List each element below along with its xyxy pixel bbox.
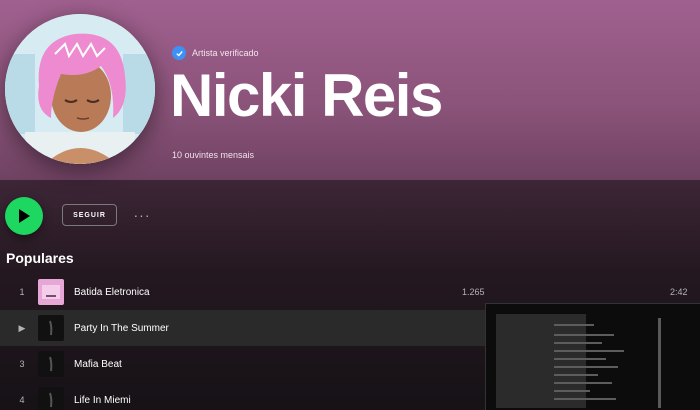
play-icon [19, 209, 30, 223]
track-number: 1 [19, 287, 25, 297]
follow-button[interactable]: SEGUIR [62, 204, 117, 226]
play-track-icon[interactable]: ▶ [14, 323, 30, 334]
monthly-listeners: 10 ouvintes mensais [172, 150, 255, 160]
verified-label: Artista verificado [192, 48, 259, 58]
track-title[interactable]: Life In Miemi [74, 395, 131, 406]
play-button[interactable] [5, 197, 43, 235]
track-number: 3 [19, 359, 25, 369]
track-cover [38, 315, 64, 341]
track-number: 4 [19, 395, 25, 405]
track-title[interactable]: Batida Eletronica [74, 287, 150, 298]
artist-name: Nicki Reis [170, 62, 443, 129]
track-cover [38, 351, 64, 377]
track-cover [38, 279, 64, 305]
overlay-window-thumbnail[interactable] [485, 303, 700, 410]
track-plays: 1.265 [462, 287, 485, 297]
track-title[interactable]: Mafia Beat [74, 359, 122, 370]
more-options-button[interactable]: ··· [130, 205, 154, 225]
track-duration: 2:42 [670, 287, 688, 297]
popular-section-title: Populares [6, 250, 74, 266]
track-cover [38, 387, 64, 410]
artist-avatar [5, 14, 155, 164]
track-title[interactable]: Party In The Summer [74, 323, 169, 334]
